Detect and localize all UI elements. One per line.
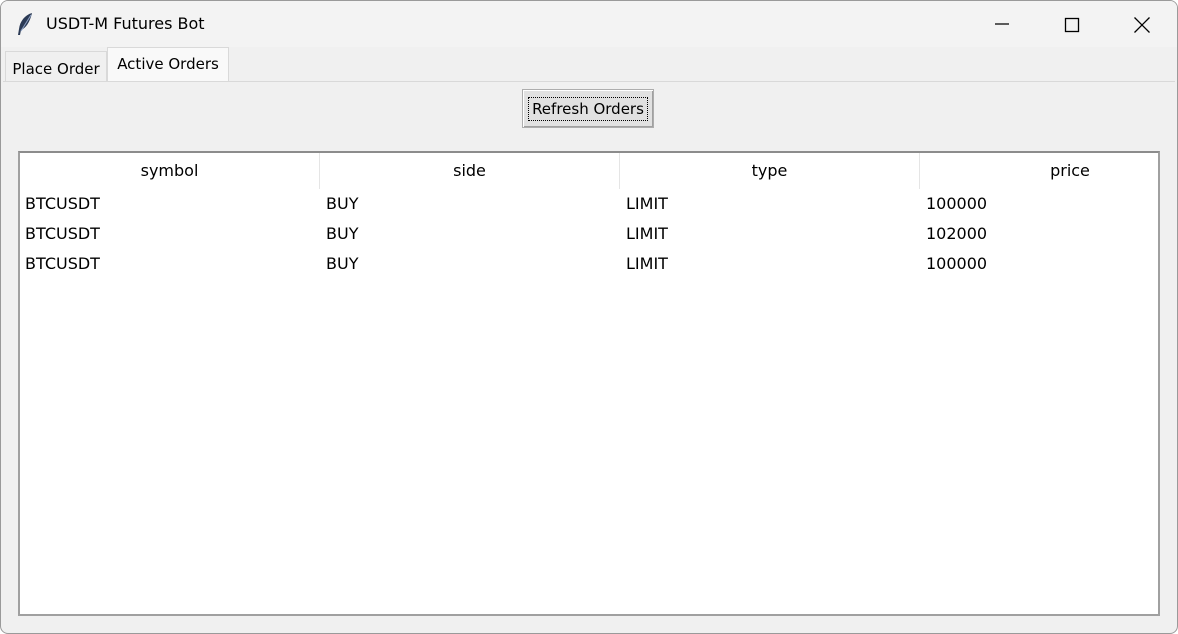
- cell-price: 102000: [926, 224, 988, 243]
- cell-price: 100000: [926, 194, 988, 213]
- maximize-icon: [1064, 17, 1080, 33]
- cell-type: LIMIT: [626, 194, 668, 213]
- maximize-button[interactable]: [1037, 1, 1107, 47]
- column-header-side[interactable]: side: [320, 153, 620, 189]
- cell-type: LIMIT: [626, 224, 668, 243]
- column-header-price[interactable]: price: [920, 153, 1158, 189]
- tab-active-orders[interactable]: Active Orders: [107, 47, 229, 82]
- cell-side: BUY: [326, 224, 359, 243]
- cell-price: 100000: [926, 254, 988, 273]
- feather-icon: [15, 12, 35, 36]
- close-icon: [1134, 17, 1150, 33]
- cell-symbol: BTCUSDT: [25, 254, 100, 273]
- orders-table[interactable]: symbol side type price BTCUSDT BUY LIMIT…: [18, 151, 1160, 616]
- column-header-symbol[interactable]: symbol: [20, 153, 320, 189]
- table-row[interactable]: BTCUSDT BUY LIMIT 102000: [20, 219, 1158, 249]
- close-button[interactable]: [1107, 1, 1177, 47]
- window-title: USDT-M Futures Bot: [46, 14, 205, 33]
- cell-symbol: BTCUSDT: [25, 194, 100, 213]
- minimize-button[interactable]: [967, 1, 1037, 47]
- title-bar[interactable]: USDT-M Futures Bot: [1, 1, 1177, 47]
- tab-label: Active Orders: [117, 55, 219, 73]
- table-row[interactable]: BTCUSDT BUY LIMIT 100000: [20, 189, 1158, 219]
- column-header-type[interactable]: type: [620, 153, 920, 189]
- table-row[interactable]: BTCUSDT BUY LIMIT 100000: [20, 249, 1158, 279]
- cell-type: LIMIT: [626, 254, 668, 273]
- refresh-orders-button[interactable]: Refresh Orders: [522, 89, 654, 128]
- cell-side: BUY: [326, 194, 359, 213]
- table-header: symbol side type price: [20, 153, 1158, 189]
- tab-place-order[interactable]: Place Order: [5, 51, 107, 81]
- cell-symbol: BTCUSDT: [25, 224, 100, 243]
- tab-strip: Place Order Active Orders: [1, 47, 1177, 82]
- minimize-icon: [995, 23, 1009, 25]
- tab-label: Place Order: [12, 60, 100, 78]
- cell-side: BUY: [326, 254, 359, 273]
- refresh-orders-label: Refresh Orders: [528, 96, 648, 121]
- app-window: USDT-M Futures Bot Place Order Active Or…: [0, 0, 1178, 634]
